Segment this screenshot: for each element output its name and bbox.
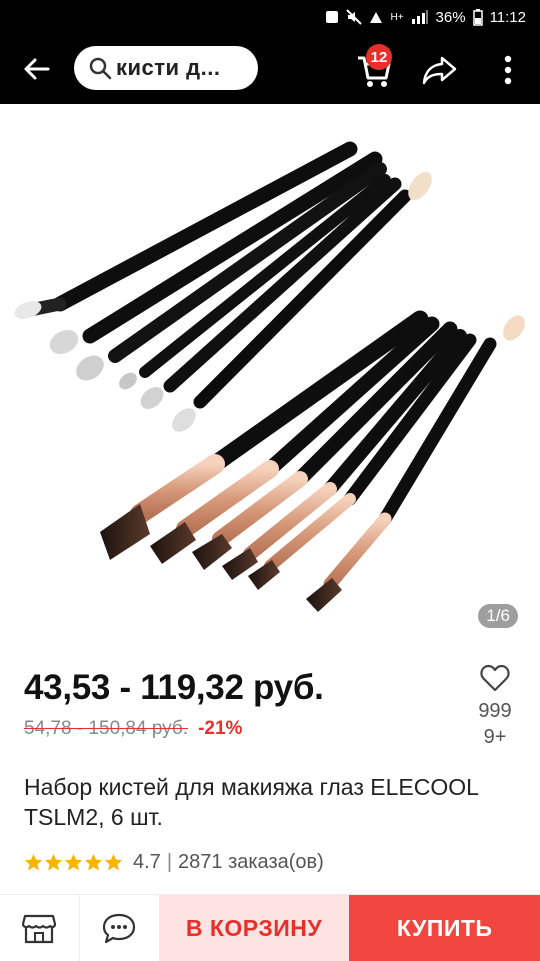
price-range: 43,53 - 119,32 руб. <box>24 668 324 707</box>
rating-row[interactable]: 4.7 | 2871 заказа(ов) <box>24 851 324 874</box>
buy-now-button[interactable]: КУПИТЬ <box>349 895 540 961</box>
old-price: 54,78 - 150,84 руб. <box>24 718 189 739</box>
old-price-row: 54,78 - 150,84 руб. -21% <box>24 718 324 740</box>
back-arrow-icon[interactable] <box>20 52 54 86</box>
image-counter: 1/6 <box>478 604 518 628</box>
share-icon[interactable] <box>422 54 458 86</box>
star-icon <box>84 853 103 871</box>
more-vertical-icon[interactable] <box>496 52 520 88</box>
heart-icon <box>480 664 510 692</box>
clock: 11:12 <box>489 8 526 26</box>
network-type: H+ <box>390 11 404 23</box>
wishlist-button[interactable]: 999 9+ <box>468 664 522 750</box>
cart-count-badge: 12 <box>366 44 392 70</box>
chat-button[interactable] <box>79 895 159 961</box>
orders-count: 2871 заказа(ов) <box>178 851 324 873</box>
search-input[interactable]: кисти д... <box>74 46 258 90</box>
notification-icon <box>326 11 339 23</box>
star-icon <box>44 853 63 871</box>
top-app-bar: кисти д... 12 <box>0 34 540 104</box>
search-query: кисти д... <box>116 55 221 80</box>
discount-badge: -21% <box>198 718 243 739</box>
star-icon <box>64 853 83 871</box>
wishlist-count: 999 <box>478 700 512 722</box>
price-block: 43,53 - 119,32 руб. 54,78 - 150,84 руб. … <box>24 668 324 740</box>
star-icon <box>24 853 43 871</box>
star-icon <box>104 853 123 871</box>
bottom-action-bar: В КОРЗИНУ КУПИТЬ <box>0 894 540 961</box>
mute-icon <box>346 9 363 25</box>
cast-icon <box>370 12 383 23</box>
upper-brush-group <box>14 141 432 432</box>
battery-icon <box>472 8 483 26</box>
status-bar: H+ 36% 11:12 <box>0 0 540 34</box>
signal-icon <box>411 10 428 24</box>
search-icon <box>89 57 112 80</box>
chat-icon <box>103 913 136 944</box>
product-photo-brush-set <box>14 141 525 612</box>
add-to-cart-button[interactable]: В КОРЗИНУ <box>158 895 350 961</box>
store-icon <box>22 914 57 944</box>
rating-value: 4.7 <box>133 851 161 873</box>
product-image-gallery[interactable]: 1/6 <box>0 104 540 640</box>
wishlist-count-suffix: 9+ <box>483 726 507 748</box>
product-title: Набор кистей для макияжа глаз ELECOOL TS… <box>24 774 479 830</box>
store-button[interactable] <box>0 895 80 961</box>
rating-stars <box>24 853 123 872</box>
status-icons: H+ 36% 11:12 <box>325 8 526 26</box>
battery-percent: 36% <box>435 8 466 26</box>
rating-divider: | <box>166 851 173 873</box>
